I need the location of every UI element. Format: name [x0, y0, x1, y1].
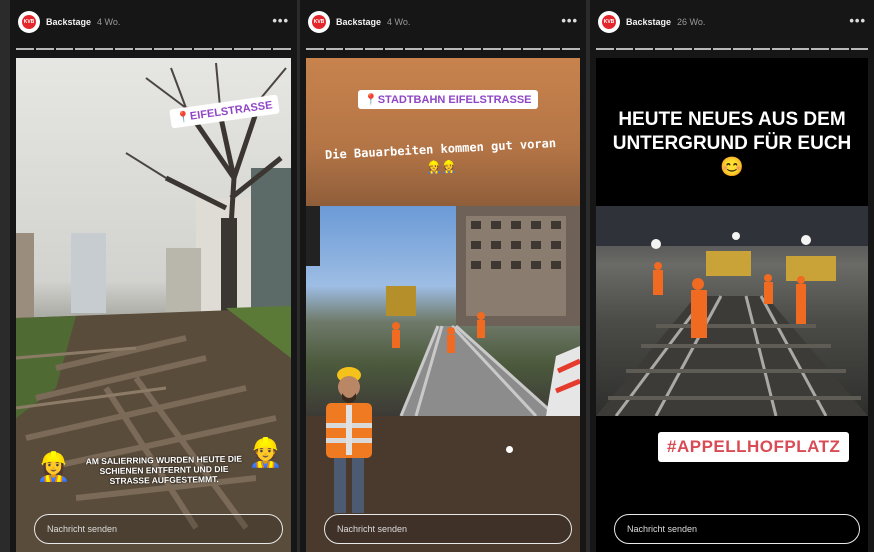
account-name[interactable]: Backstage	[626, 17, 671, 27]
story-age: 4 Wo.	[387, 17, 411, 27]
story-progress	[596, 48, 869, 50]
story-age: 26 Wo.	[677, 17, 706, 27]
story-progress	[306, 48, 581, 50]
story-progress	[16, 48, 291, 50]
story-panel[interactable]: KVB Backstage 4 Wo. ••• 📍STADTBAHN EIFEL…	[300, 0, 586, 552]
more-options-icon[interactable]: •••	[849, 13, 866, 28]
message-input[interactable]: Nachricht senden	[614, 514, 860, 544]
brand-logo: KVB	[602, 15, 616, 29]
story-image: 📍STADTBAHN EIFELSTRASSE Die Bauarbeiten …	[306, 58, 580, 552]
hashtag-sticker[interactable]: #APPELLHOFPLATZ	[658, 432, 850, 462]
message-input[interactable]: Nachricht senden	[324, 514, 572, 544]
tunnel-photo	[596, 206, 868, 417]
story-image: 📍EIFELSTRASSE 👷‍♀️ 👷 AM SALIERRING WURDE…	[16, 58, 291, 552]
story-caption: AM SALIERRING WURDEN HEUTE DIE SCHIENEN …	[85, 453, 243, 486]
story-header: KVB Backstage 4 Wo.	[10, 0, 297, 44]
story-header: KVB Backstage 26 Wo.	[590, 0, 874, 44]
account-name[interactable]: Backstage	[46, 17, 91, 27]
more-options-icon[interactable]: •••	[272, 13, 289, 28]
avatar[interactable]: KVB	[308, 11, 330, 33]
location-label: STADTBAHN EIFELSTRASSE	[377, 94, 532, 106]
brand-logo: KVB	[22, 15, 36, 29]
more-options-icon[interactable]: •••	[561, 13, 578, 28]
underground-track-scene	[596, 206, 868, 417]
worker-man-icon: 👷	[248, 437, 283, 468]
story-header: KVB Backstage 4 Wo.	[300, 0, 586, 44]
location-sticker[interactable]: 📍STADTBAHN EIFELSTRASSE	[358, 90, 538, 109]
account-name[interactable]: Backstage	[336, 17, 381, 27]
story-panel[interactable]: KVB Backstage 4 Wo. ••• 📍EIFELSTRASSE	[10, 0, 297, 552]
worker-figure	[326, 367, 372, 513]
orange-background	[306, 58, 580, 206]
story-heading: HEUTE NEUES AUS DEM UNTERGRUND FÜR EUCH …	[612, 109, 852, 178]
brand-logo: KVB	[312, 15, 326, 29]
story-panel[interactable]: KVB Backstage 26 Wo. ••• HEUTE NEUES AUS…	[590, 0, 874, 552]
worker-woman-icon: 👷‍♀️	[36, 451, 71, 482]
avatar[interactable]: KVB	[18, 11, 40, 33]
story-age: 4 Wo.	[97, 17, 121, 27]
location-pin-icon: 📍	[364, 94, 378, 106]
progress-dot	[506, 446, 513, 453]
story-image: HEUTE NEUES AUS DEM UNTERGRUND FÜR EUCH …	[596, 58, 868, 552]
message-input[interactable]: Nachricht senden	[34, 514, 283, 544]
avatar[interactable]: KVB	[598, 11, 620, 33]
